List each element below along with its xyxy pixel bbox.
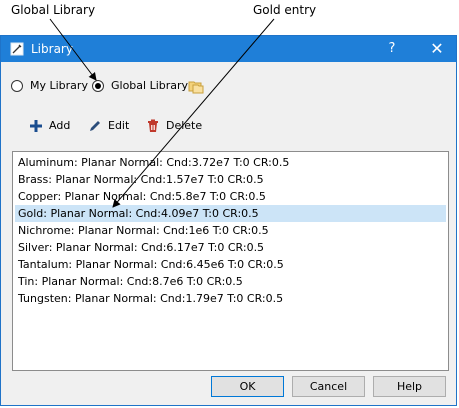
library-dialog: Library ? ✕ My Library Global Library Ad… (0, 35, 457, 406)
pencil-icon (90, 121, 100, 131)
title-help-button[interactable]: ? (376, 36, 408, 62)
delete-label: Delete (166, 119, 203, 132)
edit-button[interactable]: Edit (88, 118, 132, 136)
list-item[interactable]: Aluminum: Planar Normal: Cnd:3.72e7 T:0 … (15, 154, 446, 171)
materials-list[interactable]: Aluminum: Planar Normal: Cnd:3.72e7 T:0 … (12, 151, 449, 371)
add-button[interactable]: Add (29, 118, 73, 136)
list-item[interactable]: Brass: Planar Normal: Cnd:1.57e7 T:0 CR:… (15, 171, 446, 188)
ok-button[interactable]: OK (211, 376, 284, 397)
list-item[interactable]: Copper: Planar Normal: Cnd:5.8e7 T:0 CR:… (15, 188, 446, 205)
global-library-label: Global Library (111, 79, 189, 92)
library-window-icon (10, 42, 24, 56)
title-bar[interactable]: Library ? ✕ (1, 36, 456, 62)
folder-copy-icon[interactable] (188, 78, 204, 94)
global-library-radio[interactable]: Global Library (92, 78, 192, 96)
list-item-selected[interactable]: Gold: Planar Normal: Cnd:4.09e7 T:0 CR:0… (15, 205, 446, 222)
radio-unchecked-icon (11, 80, 23, 92)
list-item[interactable]: Tantalum: Planar Normal: Cnd:6.45e6 T:0 … (15, 256, 446, 273)
list-item[interactable]: Silver: Planar Normal: Cnd:6.17e7 T:0 CR… (15, 239, 446, 256)
close-button[interactable]: ✕ (421, 36, 453, 62)
plus-icon (30, 120, 42, 132)
my-library-label: My Library (30, 79, 88, 92)
help-button[interactable]: Help (373, 376, 446, 397)
cancel-button[interactable]: Cancel (292, 376, 365, 397)
list-item[interactable]: Tungsten: Planar Normal: Cnd:1.79e7 T:0 … (15, 290, 446, 307)
list-item[interactable]: Nichrome: Planar Normal: Cnd:1e6 T:0 CR:… (15, 222, 446, 239)
trash-icon (148, 119, 158, 132)
list-item[interactable]: Tin: Planar Normal: Cnd:8.7e6 T:0 CR:0.5 (15, 273, 446, 290)
edit-label: Edit (108, 119, 130, 132)
radio-checked-icon (92, 80, 104, 92)
callout-global-library: Global Library (11, 3, 96, 17)
my-library-radio[interactable]: My Library (11, 78, 91, 96)
window-title: Library (31, 42, 73, 56)
delete-button[interactable]: Delete (146, 118, 206, 136)
callout-gold-entry: Gold entry (253, 3, 317, 17)
add-label: Add (49, 119, 71, 132)
